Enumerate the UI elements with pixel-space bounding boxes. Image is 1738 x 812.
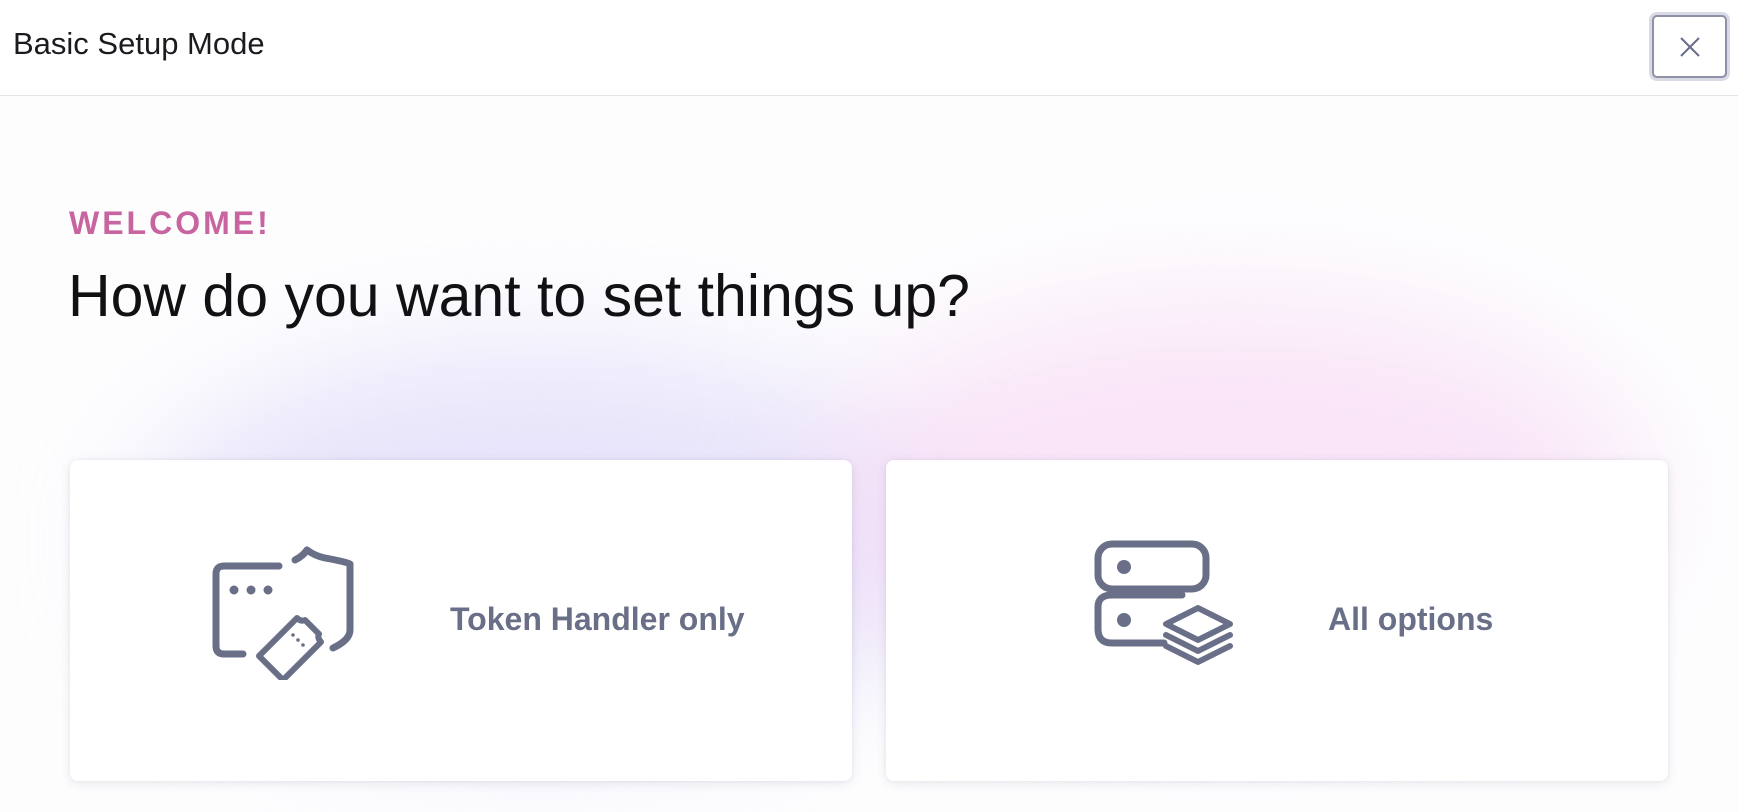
option-card-token-handler[interactable]: Token Handler only [70, 460, 852, 781]
window-title: Basic Setup Mode [13, 26, 265, 61]
option-label-all-options: All options [1328, 601, 1494, 637]
close-button[interactable] [1652, 15, 1727, 78]
page-heading: How do you want to set things up? [68, 263, 970, 329]
close-icon [1679, 36, 1700, 57]
option-card-all-options[interactable]: All options [886, 460, 1668, 781]
top-bar: Basic Setup Mode [0, 0, 1738, 96]
main-content: WELCOME! How do you want to set things u… [0, 97, 1738, 812]
welcome-eyebrow: WELCOME! [69, 205, 271, 241]
token-shield-icon [212, 546, 354, 680]
server-stack-icon [1094, 540, 1233, 665]
option-label-token-handler: Token Handler only [450, 601, 745, 637]
